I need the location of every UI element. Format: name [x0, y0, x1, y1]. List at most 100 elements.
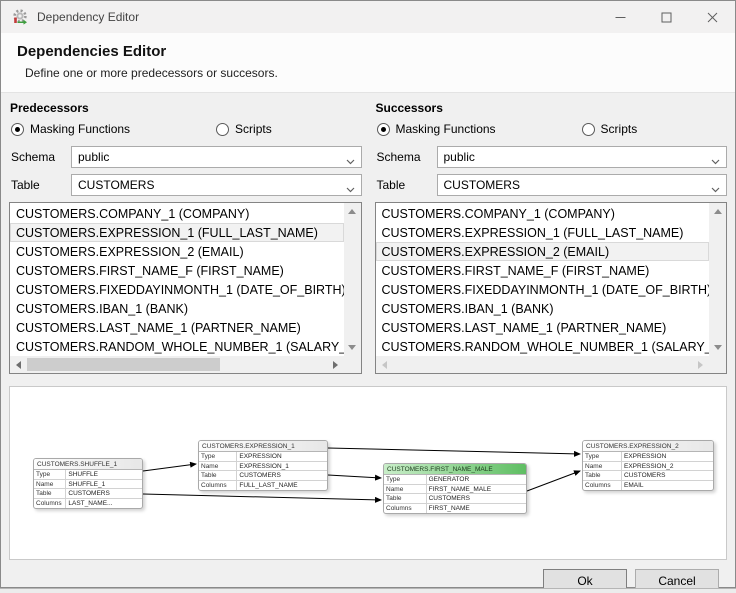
successors-scripts-label: Scripts: [600, 122, 638, 136]
successors-masking-label: Masking Functions: [395, 122, 496, 136]
scroll-right-icon[interactable]: [332, 360, 338, 369]
list-item[interactable]: CUSTOMERS.EXPRESSION_2 (EMAIL): [10, 242, 344, 261]
successors-title: Successors: [375, 101, 443, 115]
predecessors-vertical-scrollbar[interactable]: [343, 203, 361, 356]
list-item[interactable]: CUSTOMERS.LAST_NAME_1 (PARTNER_NAME): [376, 318, 710, 337]
predecessors-table-value: CUSTOMERS: [78, 178, 155, 192]
successors-table-value: CUSTOMERS: [443, 178, 520, 192]
diagram-node[interactable]: CUSTOMERS.FIRST_NAME_MALE Type GENERATOR Na…: [383, 463, 527, 514]
successors-schema-value: public: [443, 150, 475, 164]
diagram-node-row: Type EXPRESSION: [583, 452, 713, 462]
dialog-header: Dependencies Editor Define one or more p…: [1, 33, 735, 93]
maximize-button[interactable]: [643, 1, 689, 33]
list-item[interactable]: CUSTOMERS.EXPRESSION_1 (FULL_LAST_NAME): [376, 223, 710, 242]
minimize-button[interactable]: [597, 1, 643, 33]
diagram-edge: [327, 474, 382, 481]
app-gear-icon: [11, 8, 29, 26]
diagram-node-title: CUSTOMERS.SHUFFLE_1: [34, 459, 142, 470]
diagram-node-row: Name FIRST_NAME_MALE: [384, 484, 526, 494]
chevron-down-icon: [711, 182, 720, 196]
diagram-node-title: CUSTOMERS.EXPRESSION_1: [199, 441, 327, 452]
successors-vertical-scrollbar[interactable]: [709, 203, 726, 356]
list-item[interactable]: CUSTOMERS.EXPRESSION_1 (FULL_LAST_NAME): [10, 223, 344, 242]
diagram-node-title: CUSTOMERS.FIRST_NAME_MALE: [384, 464, 526, 475]
predecessors-schema-value: public: [78, 150, 110, 164]
diagram-edge: [327, 447, 581, 457]
successors-listbox: CUSTOMERS.COMPANY_1 (COMPANY) CUSTOMERS.E…: [374, 202, 727, 374]
list-item[interactable]: CUSTOMERS.EXPRESSION_2 (EMAIL): [375, 242, 709, 261]
chevron-down-icon: [346, 154, 355, 168]
predecessors-masking-radio[interactable]: [11, 122, 24, 136]
successors-horizontal-scrollbar[interactable]: [375, 356, 709, 373]
diagram-node-row: Type SHUFFLE: [34, 470, 142, 480]
predecessors-listbox: CUSTOMERS.COMPANY_1 (COMPANY) CUSTOMERS.E…: [9, 202, 362, 374]
diagram-node-row: Name EXPRESSION_1: [199, 461, 327, 471]
scroll-right-icon[interactable]: [698, 360, 703, 369]
successors-schema-select[interactable]: public: [436, 146, 727, 168]
predecessors-schema-select[interactable]: public: [71, 146, 362, 168]
predecessors-table-select[interactable]: CUSTOMERS: [71, 174, 362, 196]
diagram-node-row: Columns FULL_LAST_NAME: [201, 480, 298, 490]
diagram-node-row: Columns FIRST_NAME: [386, 503, 470, 513]
diagram-node[interactable]: CUSTOMERS.EXPRESSION_2 Type EXPRESSION Name…: [582, 440, 714, 491]
predecessors-masking-label: Masking Functions: [30, 122, 131, 136]
diagram-node-row: Table CUSTOMERS: [199, 471, 327, 481]
successors-panel: Successors Masking Functions Scripts Sch…: [374, 99, 727, 374]
diagram-node-row: Name EXPRESSION_2: [583, 461, 713, 471]
list-item[interactable]: CUSTOMERS.LAST_NAME_1 (PARTNER_NAME): [10, 318, 344, 337]
diagram-edge: [142, 493, 382, 503]
successors-table-select[interactable]: CUSTOMERS: [436, 174, 727, 196]
list-item[interactable]: CUSTOMERS.FIXEDDAYINMONTH_1 (DATE_OF_BIR…: [376, 280, 710, 299]
predecessors-scripts-label: Scripts: [235, 122, 272, 136]
scroll-down-icon[interactable]: [348, 345, 356, 350]
predecessors-title: Predecessors: [10, 101, 89, 115]
scroll-up-icon[interactable]: [348, 209, 356, 214]
predecessors-table-label: Table: [11, 178, 40, 192]
diagram-node-row: Columns EMAIL: [585, 480, 644, 490]
page-title: Dependencies Editor: [17, 43, 167, 60]
desktop-background-sliver: [0, 588, 736, 593]
dependency-diagram-panel[interactable]: CUSTOMERS.SHUFFLE_1 Type SHUFFLE Name SHUFFL…: [9, 386, 727, 560]
successors-schema-label: Schema: [376, 150, 421, 164]
diagram-node-row: Table CUSTOMERS: [384, 494, 526, 504]
list-item[interactable]: CUSTOMERS.FIXEDDAYINMONTH_1 (DATE_OF_BIR…: [10, 280, 344, 299]
title-bar: Dependency Editor: [1, 1, 735, 33]
diagram-edge: [526, 470, 581, 492]
scroll-left-icon[interactable]: [381, 360, 387, 369]
diagram-node-title: CUSTOMERS.EXPRESSION_2: [583, 441, 713, 452]
successors-scripts-radio[interactable]: [581, 122, 595, 136]
predecessors-scripts-radio[interactable]: [216, 122, 230, 136]
diagram-node[interactable]: CUSTOMERS.EXPRESSION_1 Type EXPRESSION Name…: [198, 440, 328, 491]
predecessors-horizontal-scrollbar[interactable]: [10, 356, 344, 373]
list-item[interactable]: CUSTOMERS.RANDOM_WHOLE_NUMBER_1 (SALARY_…: [376, 337, 710, 356]
successors-table-label: Table: [376, 178, 406, 192]
successors-masking-radio[interactable]: [376, 122, 390, 136]
list-item[interactable]: CUSTOMERS.COMPANY_1 (COMPANY): [10, 204, 344, 223]
scroll-up-icon[interactable]: [713, 209, 722, 214]
diagram-edge: [142, 461, 197, 472]
diagram-node[interactable]: CUSTOMERS.SHUFFLE_1 Type SHUFFLE Name SHUFFL…: [33, 458, 143, 509]
predecessors-schema-label: Schema: [11, 150, 56, 164]
diagram-node-row: Columns LAST_NAME...: [36, 498, 113, 508]
diagram-node-row: Table CUSTOMERS: [583, 471, 713, 481]
list-item[interactable]: CUSTOMERS.FIRST_NAME_F (FIRST_NAME): [10, 261, 344, 280]
scroll-left-icon[interactable]: [16, 360, 21, 369]
list-item[interactable]: CUSTOMERS.IBAN_1 (BANK): [10, 299, 344, 318]
close-button[interactable]: [689, 1, 735, 33]
scroll-down-icon[interactable]: [713, 345, 722, 350]
list-item[interactable]: CUSTOMERS.FIRST_NAME_F (FIRST_NAME): [376, 261, 710, 280]
page-subtitle: Define one or more predecessors or succe…: [25, 66, 278, 80]
diagram-node-row: Type EXPRESSION: [199, 452, 327, 462]
window-title: Dependency Editor: [37, 10, 140, 24]
diagram-node-row: Table CUSTOMERS: [34, 489, 142, 499]
predecessors-panel: Predecessors Masking Functions Scripts S…: [9, 99, 362, 374]
list-item[interactable]: CUSTOMERS.IBAN_1 (BANK): [376, 299, 710, 318]
chevron-down-icon: [711, 154, 720, 168]
diagram-node-row: Type GENERATOR: [384, 475, 526, 485]
chevron-down-icon: [346, 182, 355, 196]
diagram-node-row: Name SHUFFLE_1: [34, 479, 142, 489]
list-item[interactable]: CUSTOMERS.RANDOM_WHOLE_NUMBER_1 (SALARY_…: [10, 337, 344, 356]
list-item[interactable]: CUSTOMERS.COMPANY_1 (COMPANY): [376, 204, 710, 223]
dependency-editor-dialog: Dependency Editor Dependencies Editor De…: [0, 0, 736, 592]
scrollbar-thumb[interactable]: [27, 358, 221, 371]
